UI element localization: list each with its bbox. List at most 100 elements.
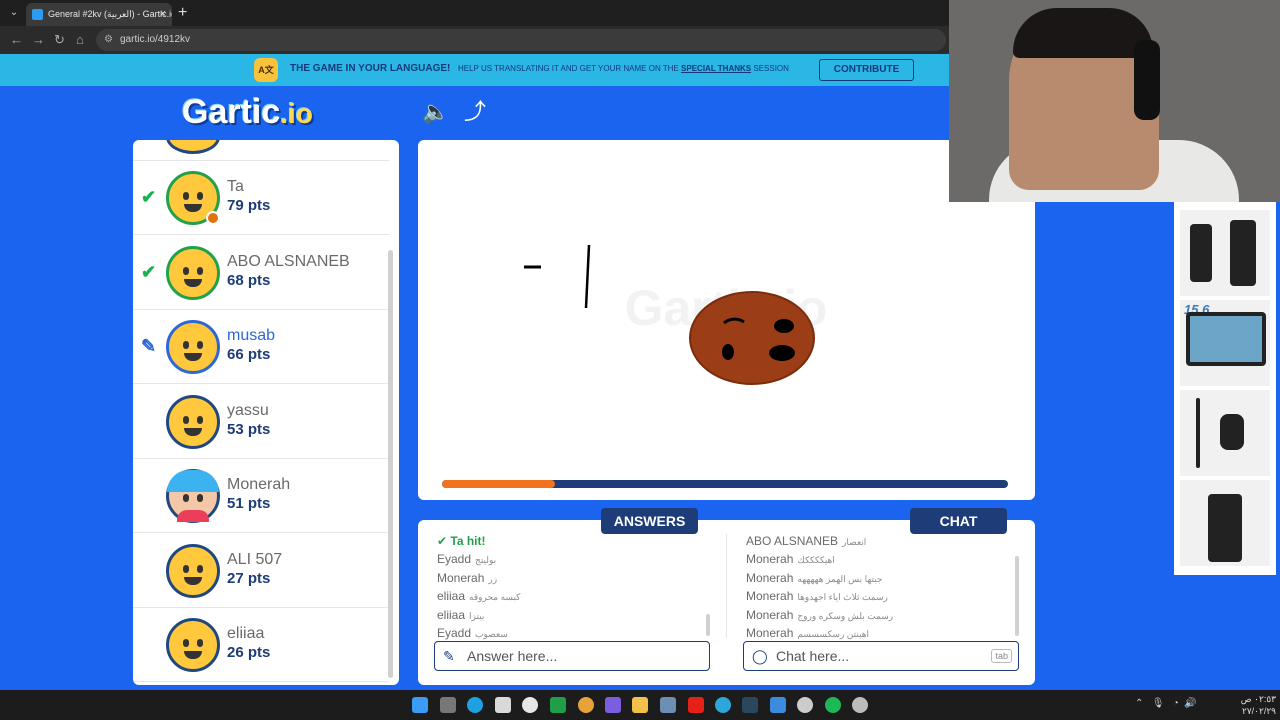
site-info-icon[interactable]: ⚙ <box>104 29 113 51</box>
address-bar[interactable]: ⚙ gartic.io/4912kv <box>96 29 946 51</box>
chat-message: Monerah اهيككككك <box>746 551 1011 569</box>
gartic-favicon-icon <box>32 9 43 20</box>
players-scrollbar[interactable] <box>388 250 393 678</box>
edge-icon[interactable] <box>467 697 483 713</box>
spot <box>722 344 734 360</box>
ad-camera-tripod[interactable] <box>1180 210 1270 296</box>
player-row[interactable]: ✔ Ta 79 pts <box>133 161 389 235</box>
logo-suffix: .io <box>280 98 313 129</box>
avatar <box>166 140 220 154</box>
monitor-screen <box>1190 316 1262 362</box>
telegram-icon[interactable] <box>715 697 731 713</box>
drawing-canvas[interactable]: Gartic.io <box>418 140 1035 500</box>
forward-icon[interactable]: → <box>32 32 45 48</box>
ad-portable-monitor[interactable]: 15.6 <box>1180 300 1270 386</box>
ad-microphone[interactable] <box>1180 390 1270 476</box>
tab-search-icon[interactable]: ⌄ <box>6 5 22 21</box>
player-name: musab <box>227 327 276 344</box>
store-icon[interactable] <box>495 697 511 713</box>
gartic-logo: Gartic.io <box>182 93 313 132</box>
answer-placeholder: Answer here... <box>467 648 558 664</box>
discord-icon[interactable] <box>605 697 621 713</box>
app-icon[interactable] <box>770 697 786 713</box>
avatar-eye <box>183 564 189 573</box>
check-icon: ✔ <box>141 187 157 207</box>
task-view-icon[interactable] <box>440 697 456 713</box>
banner-message: HELP US TRANSLATING IT AND GET YOUR NAME… <box>458 64 789 73</box>
player-name: Ta <box>227 178 244 195</box>
ad-sidebar[interactable]: 15.6 <box>1174 202 1276 575</box>
answer-message: eliiaa كبسه محروقه <box>437 588 707 606</box>
avatar <box>166 245 220 300</box>
windows-taskbar: ⌃ 🎙 ◔ 🔊 ٠٢:٥٣ ص ٢٧/٠٢/٢٩ <box>0 690 1280 720</box>
message-author: Monerah <box>746 607 794 622</box>
player-points: 68 pts <box>227 271 271 289</box>
avatar-eye <box>183 192 189 200</box>
file-explorer-icon[interactable] <box>632 697 648 713</box>
volume-icon[interactable]: 🔊 <box>1184 698 1196 709</box>
message-text: كبسه محروقه <box>469 592 521 603</box>
avatar-shirt <box>177 510 209 522</box>
steam-icon[interactable] <box>742 697 758 713</box>
avatar-mouth <box>184 204 202 212</box>
message-text: انعصار <box>842 537 867 547</box>
players-list: ✔ Ta 79 pts ✔ ABO ALSNANEB 68 pts ✎ musab 66 pts… <box>133 140 399 685</box>
chat-bubble-icon: ◯ <box>752 648 768 664</box>
message-text: زر <box>488 573 498 584</box>
ad-action-camera[interactable] <box>1180 480 1270 566</box>
tab-key-hint: tab <box>991 649 1012 663</box>
player-name: ABO ALSNANEB <box>227 252 350 270</box>
message-text: رسمت بلش وسكره وروج <box>797 610 894 621</box>
avatar-eye <box>183 266 189 275</box>
microphone-icon[interactable]: 🎙 <box>1152 698 1165 709</box>
player-points: 53 pts <box>227 420 271 438</box>
message-author: Monerah <box>746 552 794 567</box>
player-row[interactable]: eliiaa 26 pts <box>133 608 389 682</box>
back-icon[interactable]: ← <box>10 32 23 48</box>
chat-input[interactable]: ◯ Chat here... tab <box>743 641 1019 671</box>
xbox-icon[interactable] <box>550 697 566 713</box>
app-icon[interactable] <box>522 697 538 713</box>
share-icon[interactable]: ⤴ <box>464 98 492 126</box>
avatar-mouth <box>184 576 202 585</box>
new-tab-button[interactable]: + <box>178 3 187 23</box>
answers-scrollbar[interactable] <box>706 614 710 636</box>
player-row[interactable]: ALI 507 27 pts <box>133 534 389 608</box>
round-timer-bar <box>442 480 1008 488</box>
contribute-button[interactable]: CONTRIBUTE <box>819 59 914 81</box>
taskbar-clock[interactable]: ٠٢:٥٣ ص ٢٧/٠٢/٢٩ <box>1236 693 1276 717</box>
sound-icon[interactable]: 🔈 <box>422 98 450 126</box>
youtube-icon[interactable] <box>688 697 704 713</box>
avatar-eye <box>197 341 203 349</box>
browser-tab[interactable]: General #2kv (العربية) - Gartic.io × <box>26 3 172 26</box>
start-icon[interactable] <box>412 697 428 713</box>
home-icon[interactable]: ⌂ <box>76 32 84 48</box>
tray-chevron-icon[interactable]: ⌃ <box>1135 698 1143 709</box>
chat-message: Monerah رسمت بلش وسكره وروج <box>746 607 1011 625</box>
chat-scrollbar[interactable] <box>1015 556 1019 636</box>
player-row[interactable]: yassu 53 pts <box>133 385 389 459</box>
app-icon[interactable] <box>660 697 676 713</box>
obs-icon[interactable] <box>797 697 813 713</box>
spotify-icon[interactable] <box>825 697 841 713</box>
settings-icon[interactable] <box>852 697 868 713</box>
wifi-icon[interactable]: ◔ <box>1173 698 1179 709</box>
stroke-line <box>584 244 591 309</box>
answer-input[interactable]: ✎ Answer here... <box>434 641 710 671</box>
player-row[interactable]: Monerah 51 pts <box>133 459 389 533</box>
action-camera-image <box>1208 494 1242 562</box>
avatar-mouth <box>184 651 202 659</box>
system-tray[interactable]: ⌃ 🎙 ◔ 🔊 <box>1135 698 1197 709</box>
message-text: اهينتن رسكسسسم <box>797 629 870 640</box>
answer-message: eliiaa بيتزا <box>437 607 707 625</box>
mic-arm-image <box>1196 398 1200 468</box>
avatar-hair <box>167 470 219 492</box>
chrome-icon[interactable] <box>578 697 594 713</box>
reload-icon[interactable]: ↻ <box>54 32 65 48</box>
chat-list: ABO ALSNANEB انعصار Monerah اهيككككك Monerah… <box>746 533 1011 643</box>
player-points: 26 pts <box>227 644 271 661</box>
avatar-eye <box>197 266 203 275</box>
player-row[interactable]: ✔ ABO ALSNANEB 68 pts <box>133 236 389 310</box>
player-row[interactable]: ✎ musab 66 pts <box>133 310 389 384</box>
close-tab-icon[interactable]: × <box>160 3 166 26</box>
